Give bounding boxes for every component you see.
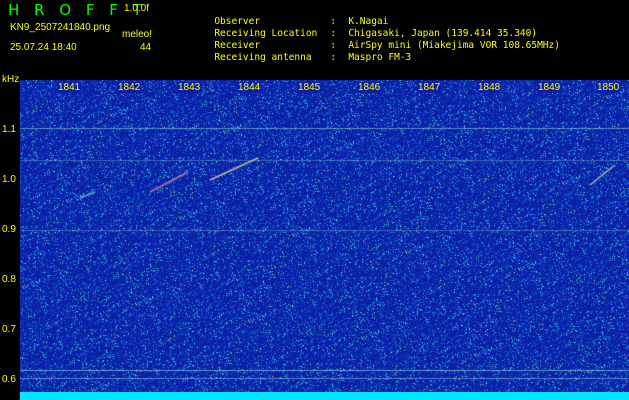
info-block: Observer: K.Nagai Receiving Location: Chig…: [180, 4, 560, 63]
bottom-band: [20, 392, 629, 400]
y-tick-label: 0.9: [2, 224, 16, 235]
x-tick-label: 1846: [357, 82, 382, 93]
x-tick-label: 1849: [537, 82, 562, 93]
version-label: 1.0.0f: [124, 3, 150, 14]
meleo-label: meleo!: [122, 29, 153, 40]
y-tick-label: 0.8: [2, 274, 16, 285]
x-tick-label: 1841: [57, 82, 82, 93]
meleo-value: 44: [140, 42, 152, 53]
info-separator: :: [330, 28, 337, 39]
info-label: Receiver: [214, 40, 261, 51]
info-separator: :: [330, 52, 337, 63]
info-value: Maspro FM-3: [348, 52, 412, 63]
y-axis-unit: kHz: [2, 74, 20, 85]
info-value: AirSpy mini (Miakejima VOR 108.65MHz): [348, 40, 560, 51]
x-tick-label: 1842: [117, 82, 142, 93]
info-value: K.Nagai: [348, 16, 389, 27]
x-tick-label: 1843: [177, 82, 202, 93]
y-tick-label: 0.7: [2, 324, 16, 335]
header: H R O F F T 1.0.0f KN9_2507241840.png 25…: [0, 0, 629, 74]
info-value: Chigasaki, Japan (139.414 35.340): [348, 28, 538, 39]
y-tick-label: 1.0: [2, 174, 16, 185]
info-separator: :: [330, 40, 337, 51]
spectrogram-plot: [20, 80, 629, 400]
y-tick-label: 0.6: [2, 374, 16, 385]
spectrogram-canvas: [20, 80, 629, 400]
x-tick-label: 1848: [477, 82, 502, 93]
info-label: Receiving Location: [214, 28, 318, 39]
info-label: Observer: [214, 16, 261, 27]
x-tick-label: 1847: [417, 82, 442, 93]
file-name: KN9_2507241840.png: [10, 22, 111, 33]
info-row-observer: Observer: K.Nagai: [180, 4, 560, 27]
x-tick-label: 1844: [237, 82, 262, 93]
info-separator: :: [330, 16, 337, 27]
x-tick-label: 1845: [297, 82, 322, 93]
datetime-label: 25.07.24 18:40: [10, 42, 77, 53]
y-tick-label: 1.1: [2, 124, 16, 135]
info-label: Receiving antenna: [214, 52, 312, 63]
x-tick-label: 1850: [596, 82, 621, 93]
